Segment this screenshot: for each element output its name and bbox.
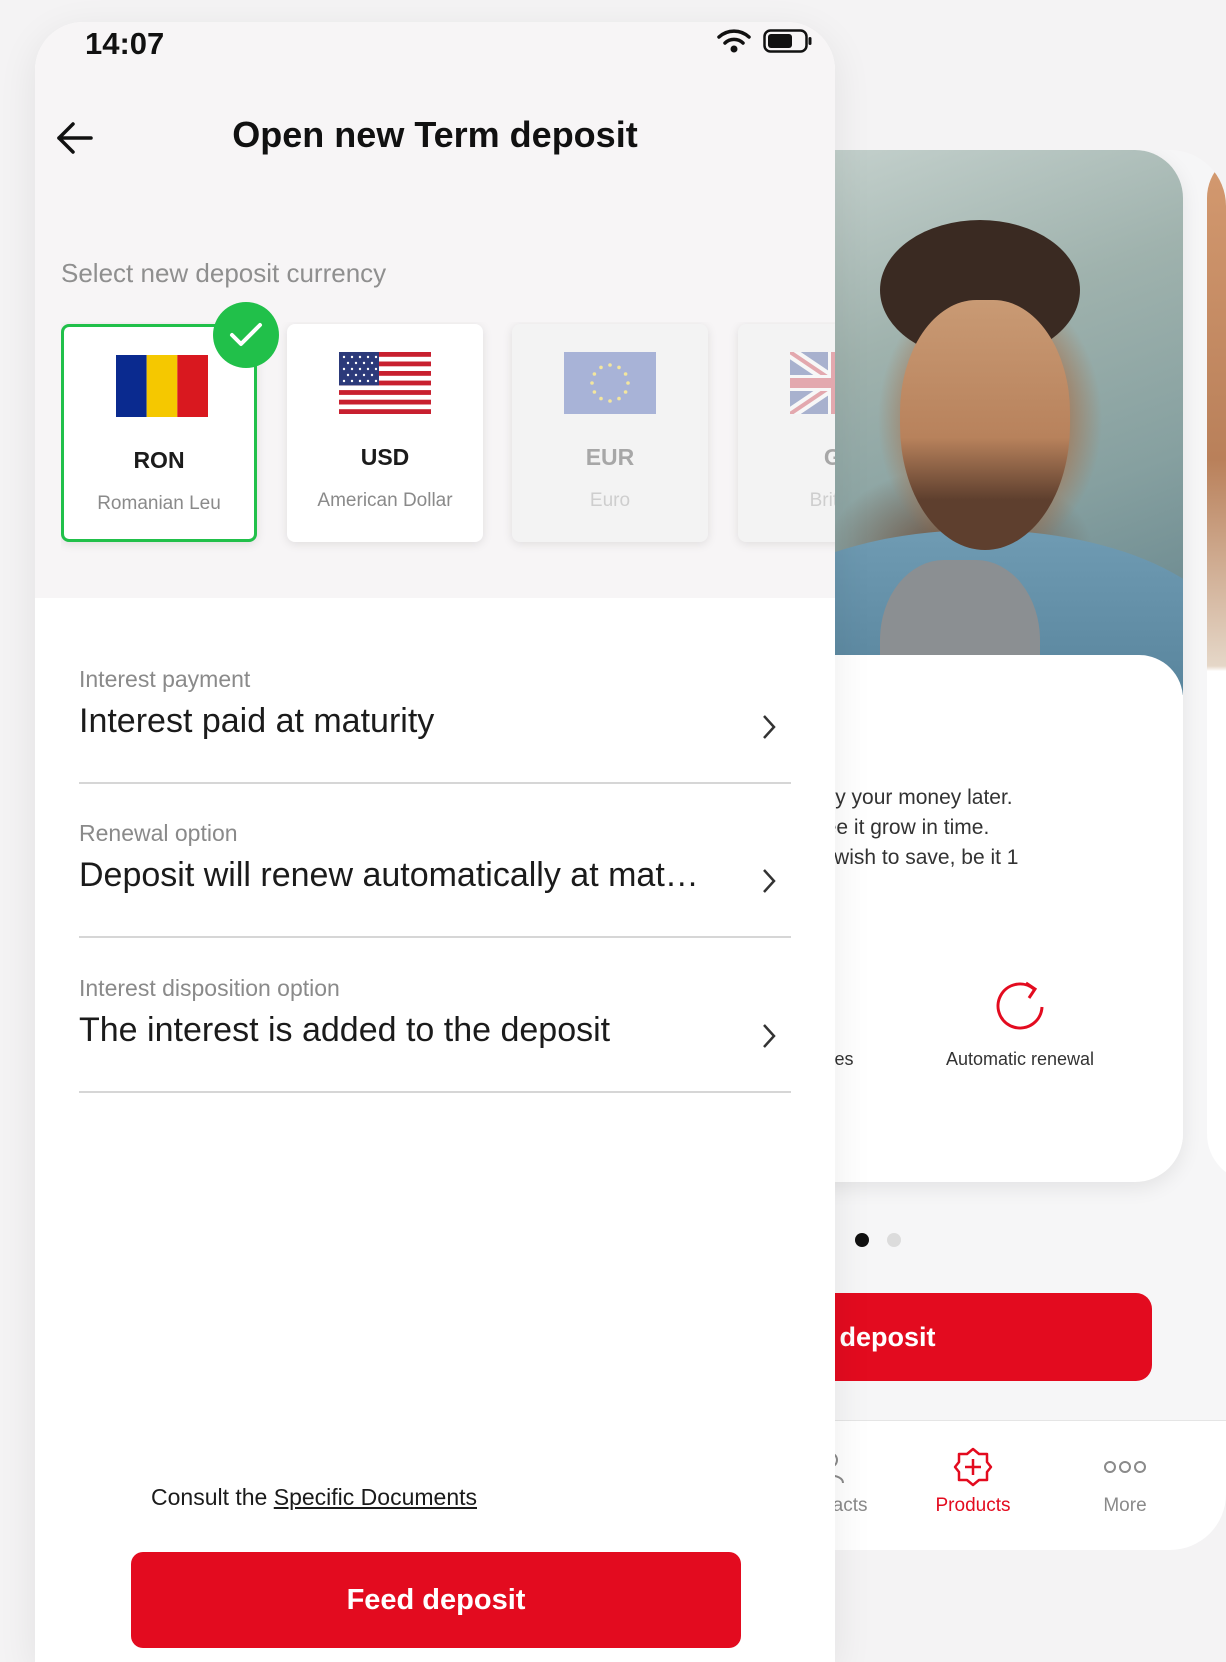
- next-promo-card[interactable]: [1207, 150, 1226, 1182]
- currency-section-label: Select new deposit currency: [61, 258, 387, 288]
- renewal-option-field[interactable]: Renewal option Deposit will renew automa…: [79, 820, 791, 938]
- currency-code: GI: [823, 444, 835, 470]
- eu-flag-icon: [564, 352, 656, 414]
- currency-card-eur[interactable]: EUR Euro: [512, 324, 708, 542]
- uk-flag-icon: [790, 352, 835, 414]
- battery-icon: [763, 28, 813, 59]
- carousel-dot[interactable]: [887, 1233, 901, 1247]
- usa-flag-icon: [339, 352, 431, 414]
- carousel-dot-active[interactable]: [855, 1233, 869, 1247]
- wifi-icon: [717, 28, 751, 59]
- specific-documents-link[interactable]: Specific Documents: [274, 1484, 477, 1510]
- nav-item-products[interactable]: Products: [913, 1447, 1033, 1517]
- renew-icon: [920, 975, 1120, 1035]
- field-value: The interest is added to the deposit: [79, 1011, 611, 1049]
- currency-name: Romanian Leu: [97, 493, 221, 514]
- interest-disposition-field[interactable]: Interest disposition option The interest…: [79, 975, 791, 1093]
- carousel-dots: [855, 1233, 901, 1247]
- currency-name: Euro: [589, 490, 631, 511]
- feed-deposit-button[interactable]: Feed deposit: [131, 1552, 741, 1648]
- field-value: Interest paid at maturity: [79, 702, 435, 740]
- nav-label: More: [1103, 1495, 1147, 1516]
- currency-code: RON: [133, 447, 185, 473]
- chevron-right-icon: [757, 1021, 781, 1051]
- currency-card-gbp[interactable]: GI British: [738, 324, 835, 542]
- products-icon: [913, 1447, 1033, 1487]
- currency-selector: RON Romanian Leu USD American Dollar EUR…: [61, 322, 835, 572]
- field-label: Interest payment: [79, 666, 251, 692]
- selected-check-icon: [213, 302, 279, 368]
- consult-prefix: Consult the: [151, 1484, 274, 1510]
- consult-documents-text: Consult the Specific Documents: [151, 1484, 477, 1511]
- page-title: Open new Term deposit: [232, 114, 638, 155]
- chevron-right-icon: [757, 866, 781, 896]
- feature-label: Automatic renewal: [945, 1049, 1095, 1069]
- field-label: Interest disposition option: [79, 975, 340, 1001]
- chevron-right-icon: [757, 712, 781, 742]
- field-label: Renewal option: [79, 820, 238, 846]
- feature-automatic-renewal: Automatic renewal: [920, 975, 1120, 1070]
- romania-flag-icon: [116, 355, 208, 417]
- status-icons: [717, 28, 813, 59]
- phone-screen: 14:07 Open new Term deposit Select new d…: [35, 22, 835, 1662]
- currency-code: USD: [360, 444, 410, 470]
- interest-payment-field[interactable]: Interest payment Interest paid at maturi…: [79, 666, 791, 784]
- currency-name: American Dollar: [317, 490, 453, 511]
- nav-label: Products: [935, 1495, 1011, 1516]
- status-time: 14:07: [85, 26, 165, 61]
- more-icon: [1065, 1447, 1185, 1487]
- currency-name: British: [809, 490, 835, 511]
- currency-card-usd[interactable]: USD American Dollar: [287, 324, 483, 542]
- nav-item-more[interactable]: More: [1065, 1447, 1185, 1517]
- top-area: 14:07 Open new Term deposit Select new d…: [35, 22, 835, 598]
- field-value: Deposit will renew automatically at mat…: [79, 856, 699, 894]
- currency-code: EUR: [585, 444, 635, 470]
